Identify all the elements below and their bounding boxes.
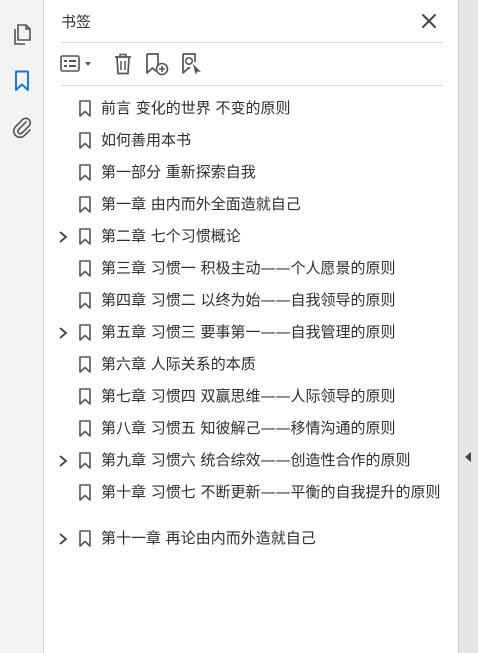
bookmark-item[interactable]: 第十章 习惯七 不断更新——平衡的自我提升的原则 xyxy=(45,476,458,522)
bookmark-icon xyxy=(79,164,91,181)
bookmark-label: 第三章 习惯一 积极主动——个人愿景的原则 xyxy=(101,259,396,277)
bookmark-item[interactable]: 前言 变化的世界 不变的原则 xyxy=(45,92,458,124)
bookmark-item[interactable]: 第四章 习惯二 以终为始——自我领导的原则 xyxy=(45,284,458,316)
bookmark-icon xyxy=(79,530,91,547)
bookmark-item[interactable]: 第三章 习惯一 积极主动——个人愿景的原则 xyxy=(45,252,458,284)
delete-icon xyxy=(115,53,131,75)
bookmark-icon xyxy=(79,356,91,373)
bookmark-icon xyxy=(79,292,91,309)
bookmark-tree: 前言 变化的世界 不变的原则 如何善用本书第一部分 重新探索自我第一章 由内而外全… xyxy=(45,92,458,554)
bookmark-label: 第十章 习惯七 不断更新——平衡的自我提升的原则 xyxy=(101,483,441,501)
bookmark-label: 第一部分 重新探索自我 xyxy=(101,163,256,181)
bookmark-item[interactable]: 第一部分 重新探索自我 xyxy=(45,156,458,188)
bookmark-icon xyxy=(79,420,91,437)
bookmark-label: 第十一章 再论由内而外造就自己 xyxy=(101,529,316,547)
bookmark-icon xyxy=(79,324,91,341)
expand-chevron-icon[interactable] xyxy=(57,453,69,467)
bookmark-icon xyxy=(79,100,91,117)
bookmark-icon xyxy=(79,196,91,213)
options-menu-icon xyxy=(60,55,91,72)
bookmark-label: 第六章 人际关系的本质 xyxy=(101,355,256,373)
bookmark-label: 如何善用本书 xyxy=(101,131,192,149)
bookmark-label: 第五章 习惯三 要事第一——自我管理的原则 xyxy=(101,323,396,341)
bookmark-icon xyxy=(79,260,91,277)
delete-button[interactable] xyxy=(111,52,135,76)
bookmark-search-button[interactable] xyxy=(179,52,205,76)
pages-icon[interactable] xyxy=(9,22,35,48)
bookmark-icon[interactable] xyxy=(9,68,35,94)
bookmark-icon xyxy=(79,228,91,245)
toolbar-divider xyxy=(61,85,443,86)
bookmark-item[interactable]: 第七章 习惯四 双赢思维——人际领导的原则 xyxy=(45,380,458,412)
bookmark-icon xyxy=(79,484,91,501)
new-bookmark-button[interactable] xyxy=(144,52,170,76)
close-icon[interactable] xyxy=(419,11,439,31)
bookmark-label: 前言 变化的世界 不变的原则 xyxy=(101,99,291,117)
bookmark-item[interactable]: 第十一章 再论由内而外造就自己 xyxy=(45,522,458,554)
panel-splitter[interactable] xyxy=(458,0,478,653)
bookmark-icon xyxy=(79,388,91,405)
bookmark-search-icon xyxy=(182,53,201,75)
bookmark-item[interactable]: 第八章 习惯五 知彼解己——移情沟通的原则 xyxy=(45,412,458,444)
collapse-arrow-icon[interactable] xyxy=(464,451,472,463)
header-divider xyxy=(61,42,443,43)
options-menu-button[interactable] xyxy=(59,52,97,76)
bookmark-label: 第一章 由内而外全面造就自己 xyxy=(101,195,301,213)
bookmark-item[interactable]: 第六章 人际关系的本质 xyxy=(45,348,458,380)
bookmark-item[interactable]: 第九章 习惯六 统合综效——创造性合作的原则 xyxy=(45,444,458,476)
expand-chevron-icon[interactable] xyxy=(57,325,69,339)
left-navigation-rail xyxy=(0,0,44,653)
bookmark-label: 第九章 习惯六 统合综效——创造性合作的原则 xyxy=(101,451,411,469)
expand-chevron-icon[interactable] xyxy=(57,229,69,243)
bookmark-item[interactable]: 第一章 由内而外全面造就自己 xyxy=(45,188,458,220)
new-bookmark-icon xyxy=(146,53,169,76)
bookmark-item[interactable]: 第二章 七个习惯概论 xyxy=(45,220,458,252)
panel-title: 书签 xyxy=(61,13,92,31)
bookmark-icon xyxy=(79,132,91,149)
bookmark-item[interactable]: 如何善用本书 xyxy=(45,124,458,156)
bookmarks-panel: 书签 前言 变化的世界 不变的原则 如何善用本书 第一部分 重新探索自我 第一章… xyxy=(45,0,458,653)
attachment-icon[interactable] xyxy=(9,114,35,140)
bookmark-item[interactable]: 第五章 习惯三 要事第一——自我管理的原则 xyxy=(45,316,458,348)
bookmark-label: 第四章 习惯二 以终为始——自我领导的原则 xyxy=(101,291,396,309)
bookmark-label: 第八章 习惯五 知彼解己——移情沟通的原则 xyxy=(101,419,396,437)
expand-chevron-icon[interactable] xyxy=(57,531,69,545)
bookmark-label: 第七章 习惯四 双赢思维——人际领导的原则 xyxy=(101,387,396,405)
bookmark-label: 第二章 七个习惯概论 xyxy=(101,227,241,245)
bookmark-icon xyxy=(79,452,91,469)
